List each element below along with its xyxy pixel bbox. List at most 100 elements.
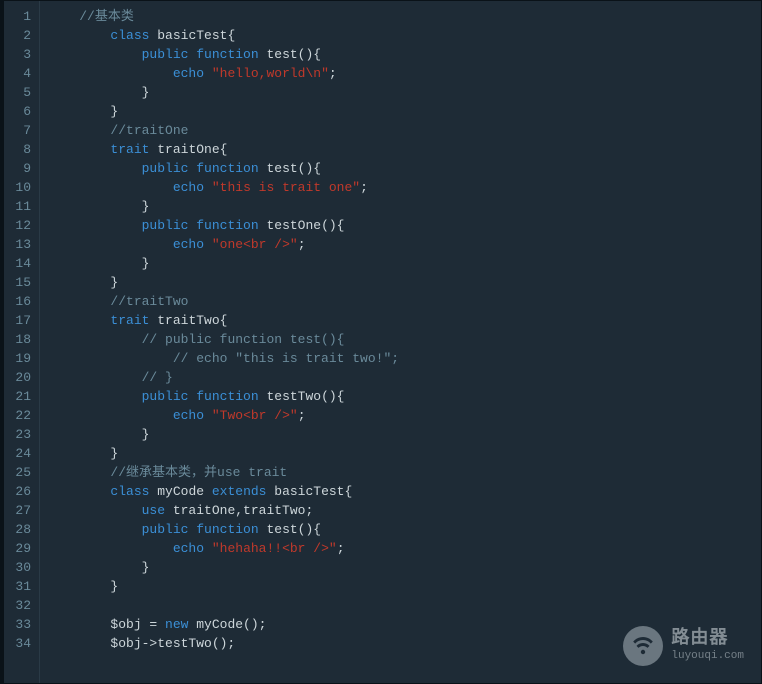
token-plain: } (48, 579, 118, 594)
token-comment: // echo "this is trait two!"; (173, 351, 399, 366)
line-number: 10 (8, 178, 31, 197)
token-plain: } (48, 85, 149, 100)
line-number: 13 (8, 235, 31, 254)
token-plain: } (48, 275, 118, 290)
token-plain: ; (298, 408, 306, 423)
line-number: 19 (8, 349, 31, 368)
code-line[interactable]: echo "one<br />"; (40, 235, 761, 254)
token-plain (48, 28, 110, 43)
token-keyword: function (196, 389, 258, 404)
token-plain: } (48, 427, 149, 442)
token-keyword: class (110, 484, 149, 499)
line-number: 9 (8, 159, 31, 178)
token-plain: test(){ (259, 161, 321, 176)
line-number: 31 (8, 577, 31, 596)
token-keyword: public (142, 522, 189, 537)
code-line[interactable]: trait traitOne{ (40, 140, 761, 159)
code-line[interactable]: } (40, 254, 761, 273)
token-plain (48, 389, 142, 404)
code-line[interactable]: } (40, 425, 761, 444)
code-line[interactable]: public function test(){ (40, 45, 761, 64)
token-plain (48, 351, 173, 366)
code-line[interactable]: //继承基本类，并use trait (40, 463, 761, 482)
code-line[interactable] (40, 596, 761, 615)
token-comment: //traitTwo (110, 294, 188, 309)
token-keyword: new (165, 617, 188, 632)
token-plain: ; (337, 541, 345, 556)
line-number: 7 (8, 121, 31, 140)
code-line[interactable]: use traitOne,traitTwo; (40, 501, 761, 520)
token-plain (48, 408, 173, 423)
token-plain: } (48, 560, 149, 575)
token-plain (48, 218, 142, 233)
code-line[interactable]: } (40, 197, 761, 216)
code-line[interactable]: echo "this is trait one"; (40, 178, 761, 197)
router-icon (623, 626, 663, 666)
token-string: "Two<br />" (212, 408, 298, 423)
code-line[interactable]: // public function test(){ (40, 330, 761, 349)
token-plain: basicTest{ (266, 484, 352, 499)
line-number: 28 (8, 520, 31, 539)
token-plain (204, 66, 212, 81)
code-line[interactable]: echo "Two<br />"; (40, 406, 761, 425)
code-editor[interactable]: 1234567891011121314151617181920212223242… (0, 0, 762, 684)
watermark-sub: luyouqi.com (671, 650, 744, 662)
code-line[interactable]: echo "hehaha!!<br />"; (40, 539, 761, 558)
token-keyword: function (196, 522, 258, 537)
line-number: 22 (8, 406, 31, 425)
code-line[interactable]: //traitTwo (40, 292, 761, 311)
code-line[interactable]: } (40, 577, 761, 596)
token-keyword: trait (110, 142, 149, 157)
token-keyword: echo (173, 66, 204, 81)
code-line[interactable]: } (40, 558, 761, 577)
token-plain (204, 237, 212, 252)
token-plain: } (48, 199, 149, 214)
token-plain: } (48, 446, 118, 461)
token-plain (204, 408, 212, 423)
code-line[interactable]: } (40, 83, 761, 102)
code-line[interactable]: echo "hello,world\n"; (40, 64, 761, 83)
code-area[interactable]: //基本类 class basicTest{ public function t… (40, 1, 761, 683)
token-plain: $obj->testTwo(); (48, 636, 235, 651)
token-string: "this is trait one" (212, 180, 360, 195)
token-plain: traitOne,traitTwo; (165, 503, 313, 518)
token-plain (48, 522, 142, 537)
line-number: 5 (8, 83, 31, 102)
token-plain: ; (329, 66, 337, 81)
line-number: 29 (8, 539, 31, 558)
code-line[interactable]: public function testOne(){ (40, 216, 761, 235)
code-line[interactable]: public function testTwo(){ (40, 387, 761, 406)
line-number: 1 (8, 7, 31, 26)
token-plain: ; (298, 237, 306, 252)
token-plain: } (48, 104, 118, 119)
token-keyword: function (196, 161, 258, 176)
code-line[interactable]: public function test(){ (40, 520, 761, 539)
token-plain (48, 161, 142, 176)
code-line[interactable]: //traitOne (40, 121, 761, 140)
code-line[interactable]: // } (40, 368, 761, 387)
token-string: "hello,world\n" (212, 66, 329, 81)
token-keyword: echo (173, 541, 204, 556)
token-plain (48, 47, 142, 62)
token-plain (48, 484, 110, 499)
token-plain (204, 180, 212, 195)
token-plain: myCode(); (188, 617, 266, 632)
code-line[interactable]: public function test(){ (40, 159, 761, 178)
code-line[interactable]: // echo "this is trait two!"; (40, 349, 761, 368)
line-number: 25 (8, 463, 31, 482)
token-keyword: echo (173, 180, 204, 195)
code-line[interactable]: class myCode extends basicTest{ (40, 482, 761, 501)
line-number: 32 (8, 596, 31, 615)
token-comment: // public function test(){ (142, 332, 345, 347)
token-keyword: public (142, 218, 189, 233)
code-line[interactable]: //基本类 (40, 7, 761, 26)
code-line[interactable]: trait traitTwo{ (40, 311, 761, 330)
token-plain: test(){ (259, 522, 321, 537)
code-line[interactable]: } (40, 102, 761, 121)
code-line[interactable]: } (40, 273, 761, 292)
token-plain (48, 294, 110, 309)
code-line[interactable]: class basicTest{ (40, 26, 761, 45)
token-keyword: echo (173, 237, 204, 252)
token-plain (48, 123, 110, 138)
code-line[interactable]: } (40, 444, 761, 463)
